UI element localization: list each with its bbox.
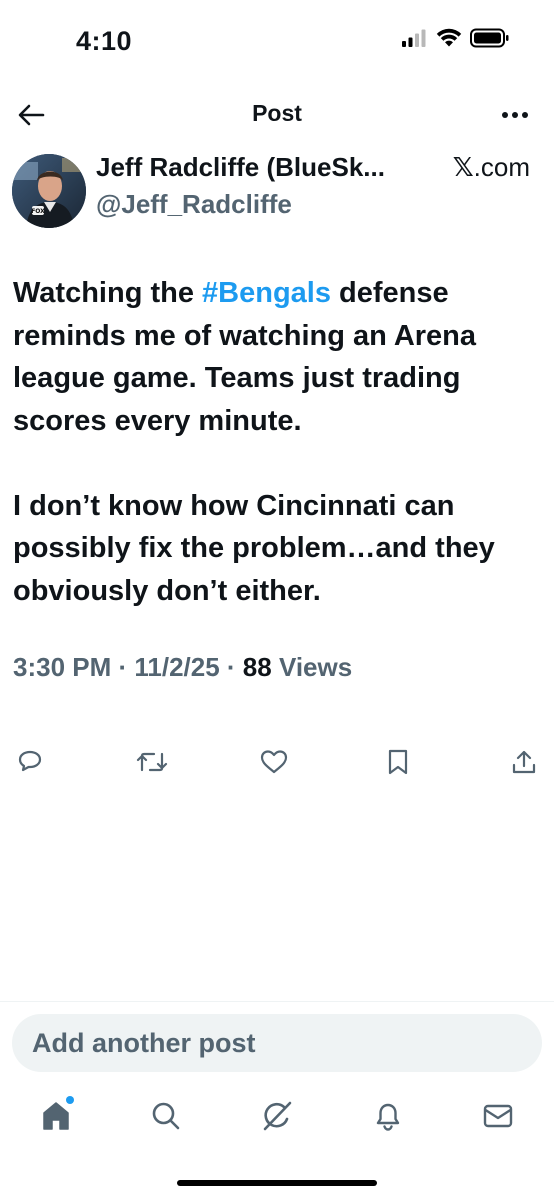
messages-icon [483,1104,513,1128]
add-post-input[interactable]: Add another post [12,1014,542,1072]
post-date: 11/2/25 [134,652,220,682]
tab-messages[interactable] [478,1096,518,1136]
post-text: Watching the #Bengals defense reminds me… [13,272,543,655]
wifi-icon [436,28,462,47]
post-time: 3:30 PM [13,652,112,682]
page-title: Post [252,100,302,126]
post-actions [12,744,542,780]
post-source: 𝕏 .com [453,152,530,183]
post-meta: 3:30 PM · 11/2/25 · 88 Views [13,652,352,683]
post-detail-screen: 4:10 Post FOX Jeff Radcliffe (BlueSk... … [0,0,554,1200]
author-name[interactable]: Jeff Radcliffe (BlueSk... [96,152,385,183]
notifications-icon [376,1103,400,1131]
tab-bar [0,1096,554,1140]
hashtag-link[interactable]: #Bengals [202,277,331,309]
status-icons [402,28,510,48]
tab-grok[interactable] [257,1096,297,1136]
tab-search[interactable] [146,1096,186,1136]
x-logo: 𝕏 [452,152,474,183]
post-paragraph: I don’t know how Cincinnati can possibly… [13,489,495,607]
search-icon [152,1102,180,1130]
tab-home[interactable] [36,1096,76,1136]
post-text-segment: Watching the [13,277,203,309]
repost-button[interactable] [134,744,170,780]
profile-photo: FOX [12,154,86,228]
bookmark-icon [388,749,408,775]
grok-icon [263,1101,292,1131]
svg-text:FOX: FOX [31,208,45,215]
home-icon [43,1102,69,1130]
tab-notifications[interactable] [368,1096,408,1136]
source-domain: .com [473,152,530,182]
share-button[interactable] [506,744,542,780]
meta-separator: · [219,652,243,682]
divider [0,1001,554,1002]
home-indicator [177,1180,377,1186]
share-icon [512,750,536,774]
views-count[interactable]: 88 [243,652,272,682]
like-button[interactable] [256,744,292,780]
bookmark-button[interactable] [380,744,416,780]
repost-icon [136,752,168,772]
reply-icon [18,750,42,772]
like-icon [260,750,288,774]
views-label: Views [271,652,353,682]
reply-button[interactable] [12,744,48,780]
author-handle[interactable]: @Jeff_Radcliffe [96,189,292,220]
notification-dot [66,1096,74,1104]
more-options-icon [502,112,528,118]
post-paragraph: Watching the #Bengals defense reminds me… [13,272,543,442]
avatar[interactable]: FOX [12,154,86,228]
more-options-button[interactable] [498,100,532,130]
cellular-signal-icon [402,29,426,47]
add-post-placeholder: Add another post [32,1027,256,1058]
meta-separator: · [111,652,135,682]
status-time: 4:10 [76,26,133,56]
battery-icon [470,28,509,48]
